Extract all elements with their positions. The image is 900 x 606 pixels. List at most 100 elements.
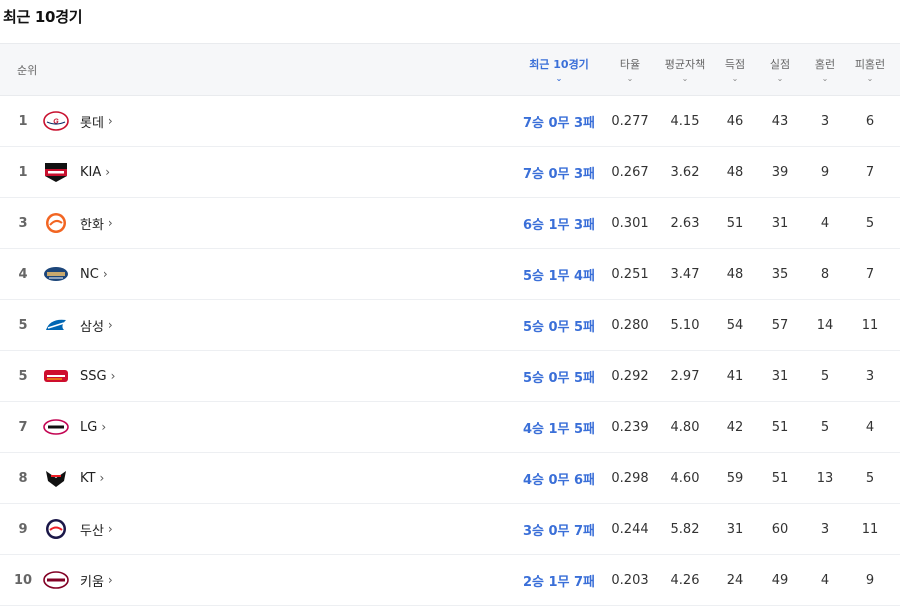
team-link[interactable]: NC › — [40, 249, 190, 299]
chevron-right-icon: › — [107, 522, 113, 536]
recent-record-cell: 5승 1무 4패 — [522, 268, 596, 284]
home-runs-allowed-cell: 4 — [865, 419, 875, 435]
runs-allowed-cell: 31 — [771, 368, 789, 384]
team-name: SSG — [80, 368, 107, 384]
home-runs-allowed-cell: 3 — [865, 368, 875, 384]
home-runs-cell: 14 — [816, 317, 834, 333]
table-row: 9 두산 › 3승 0무 7패 0.244 5.82 31 60 3 11 — [0, 504, 900, 555]
team-link[interactable]: KT › — [40, 453, 190, 503]
chevron-down-icon: ⌄ — [681, 74, 689, 83]
header-runs-allowed-sort[interactable]: 실점 ⌄ — [760, 44, 800, 95]
home-runs-cell: 5 — [820, 368, 830, 384]
rank-cell: 8 — [18, 470, 28, 486]
rank-cell: 10 — [13, 572, 33, 588]
rank-cell: 1 — [18, 164, 28, 180]
runs-allowed-cell: 60 — [771, 521, 789, 537]
chevron-right-icon: › — [99, 471, 105, 485]
team-name: 키움 — [80, 574, 104, 590]
home-runs-cell: 8 — [820, 266, 830, 282]
header-rank: 순위 — [17, 63, 38, 77]
team-link[interactable]: KIA › — [40, 147, 190, 197]
runs-allowed-cell: 51 — [771, 419, 789, 435]
team-link[interactable]: 한화 › — [40, 198, 190, 248]
twins-logo — [42, 416, 70, 438]
home-runs-allowed-cell: 5 — [865, 470, 875, 486]
runs-cell: 54 — [726, 317, 744, 333]
rank-cell: 7 — [18, 419, 28, 435]
batting-avg-cell: 0.239 — [611, 419, 649, 435]
recent-record-cell: 7승 0무 3패 — [522, 166, 596, 182]
rank-cell: 5 — [18, 317, 28, 333]
header-hr-allowed-label: 피홈런 — [854, 58, 886, 71]
batting-avg-cell: 0.251 — [611, 266, 649, 282]
team-link[interactable]: LG › — [40, 402, 190, 452]
header-recent-label: 최근 10경기 — [529, 58, 589, 71]
runs-cell: 51 — [726, 215, 744, 231]
runs-allowed-cell: 35 — [771, 266, 789, 282]
header-era-label: 평균자책 — [664, 58, 706, 71]
era-cell: 5.82 — [670, 521, 700, 537]
table-row: 1 G 롯데 › 7승 0무 3패 0.277 4.15 46 43 3 6 — [0, 96, 900, 147]
team-link[interactable]: 삼성 › — [40, 300, 190, 350]
chevron-right-icon: › — [101, 420, 107, 434]
header-avg-sort[interactable]: 타율 ⌄ — [606, 44, 654, 95]
header-avg-label: 타율 — [619, 58, 641, 71]
era-cell: 2.97 — [670, 368, 700, 384]
dinos-logo — [42, 263, 70, 285]
runs-cell: 48 — [726, 266, 744, 282]
header-runs-allowed-label: 실점 — [769, 58, 791, 71]
team-link[interactable]: SSG › — [40, 351, 190, 401]
batting-avg-cell: 0.292 — [611, 368, 649, 384]
rank-cell: 9 — [18, 521, 28, 537]
team-name: 두산 — [80, 523, 104, 539]
home-runs-allowed-cell: 5 — [865, 215, 875, 231]
chevron-right-icon: › — [102, 267, 108, 281]
chevron-right-icon: › — [107, 573, 113, 587]
rank-cell: 1 — [18, 113, 28, 129]
runs-allowed-cell: 39 — [771, 164, 789, 180]
batting-avg-cell: 0.277 — [611, 113, 649, 129]
recent-record-cell: 3승 0무 7패 — [522, 523, 596, 539]
runs-cell: 48 — [726, 164, 744, 180]
table-row: 5 SSG › 5승 0무 5패 0.292 2.97 41 31 5 3 — [0, 351, 900, 402]
home-runs-allowed-cell: 6 — [865, 113, 875, 129]
era-cell: 4.15 — [670, 113, 700, 129]
batting-avg-cell: 0.244 — [611, 521, 649, 537]
era-cell: 2.63 — [670, 215, 700, 231]
chevron-right-icon: › — [105, 165, 111, 179]
header-runs-sort[interactable]: 득점 ⌄ — [715, 44, 755, 95]
home-runs-cell: 9 — [820, 164, 830, 180]
runs-allowed-cell: 43 — [771, 113, 789, 129]
team-link[interactable]: G 롯데 › — [40, 96, 190, 146]
team-link[interactable]: 키움 › — [40, 555, 190, 605]
table-row: 8 KT › 4승 0무 6패 0.298 4.60 59 51 13 5 — [0, 453, 900, 504]
era-cell: 4.80 — [670, 419, 700, 435]
runs-cell: 31 — [726, 521, 744, 537]
batting-avg-cell: 0.301 — [611, 215, 649, 231]
era-cell: 3.62 — [670, 164, 700, 180]
table-row: 1 KIA › 7승 0무 3패 0.267 3.62 48 39 9 7 — [0, 147, 900, 198]
home-runs-allowed-cell: 9 — [865, 572, 875, 588]
team-name: LG — [80, 419, 98, 435]
table-header: 순위 최근 10경기 ⌄ 타율 ⌄ 평균자책 ⌄ 득점 ⌄ 실점 ⌄ 홈런 ⌄ … — [0, 43, 900, 96]
recent-record-cell: 6승 1무 3패 — [522, 217, 596, 233]
header-hr-allowed-sort[interactable]: 피홈런 ⌄ — [850, 44, 890, 95]
table-row: 5 삼성 › 5승 0무 5패 0.280 5.10 54 57 14 11 — [0, 300, 900, 351]
heroes-logo — [42, 569, 70, 591]
eagles-logo — [42, 212, 70, 234]
home-runs-allowed-cell: 11 — [861, 521, 879, 537]
header-era-sort[interactable]: 평균자책 ⌄ — [660, 44, 710, 95]
team-name: KT — [80, 470, 96, 486]
header-runs-label: 득점 — [724, 58, 746, 71]
header-hr-sort[interactable]: 홈런 ⌄ — [805, 44, 845, 95]
runs-cell: 46 — [726, 113, 744, 129]
runs-cell: 59 — [726, 470, 744, 486]
rank-cell: 3 — [18, 215, 28, 231]
era-cell: 5.10 — [670, 317, 700, 333]
home-runs-allowed-cell: 11 — [861, 317, 879, 333]
team-link[interactable]: 두산 › — [40, 504, 190, 554]
home-runs-cell: 3 — [820, 113, 830, 129]
runs-cell: 42 — [726, 419, 744, 435]
runs-cell: 24 — [726, 572, 744, 588]
header-recent-sort[interactable]: 최근 10경기 ⌄ — [518, 44, 600, 95]
